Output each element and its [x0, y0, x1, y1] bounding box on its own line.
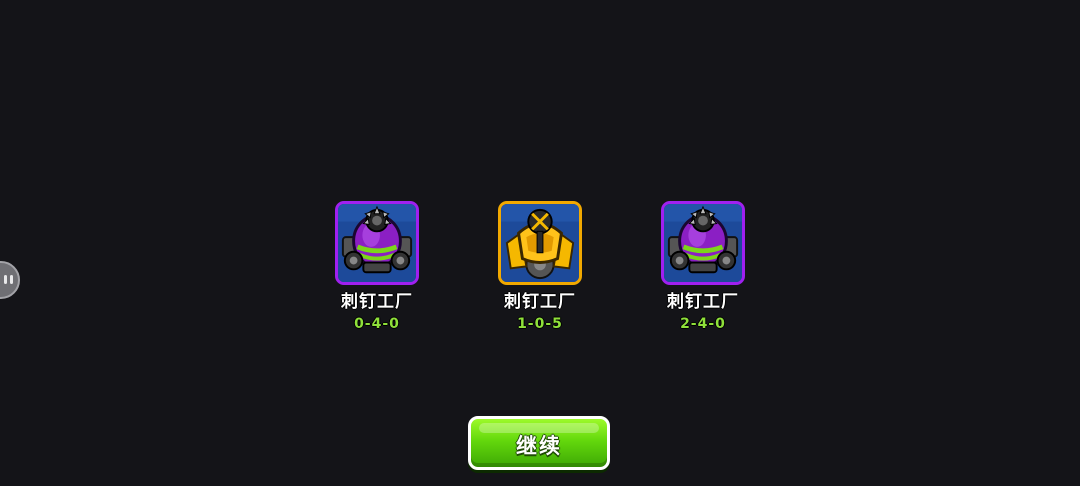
tower-card-1[interactable]: 刺钉工厂 0-4-0 [317, 201, 437, 341]
handle-dot [10, 275, 13, 284]
tower-upgrade-path: 1-0-5 [517, 316, 563, 332]
spike-factory-purple-icon [661, 201, 745, 285]
spike-factory-purple-icon [335, 201, 419, 285]
floating-assistant-icon[interactable] [0, 261, 20, 299]
spike-factory-gold-icon [498, 201, 582, 285]
handle-dot [4, 275, 7, 284]
tower-card-2[interactable]: 刺钉工厂 1-0-5 [480, 201, 600, 341]
tower-name: 刺钉工厂 [504, 292, 576, 312]
continue-button[interactable]: 继续 [468, 416, 610, 470]
tower-card-3[interactable]: 刺钉工厂 2-4-0 [643, 201, 763, 341]
tower-reward-screen: 刺钉工厂 0-4-0 刺钉工厂 1-0-5 刺钉工厂 2-4-0 继续 [0, 0, 1080, 486]
continue-button-label: 继续 [516, 434, 562, 458]
tower-name: 刺钉工厂 [667, 292, 739, 312]
tower-name: 刺钉工厂 [341, 292, 413, 312]
tower-upgrade-path: 2-4-0 [680, 316, 726, 332]
tower-upgrade-path: 0-4-0 [354, 316, 400, 332]
